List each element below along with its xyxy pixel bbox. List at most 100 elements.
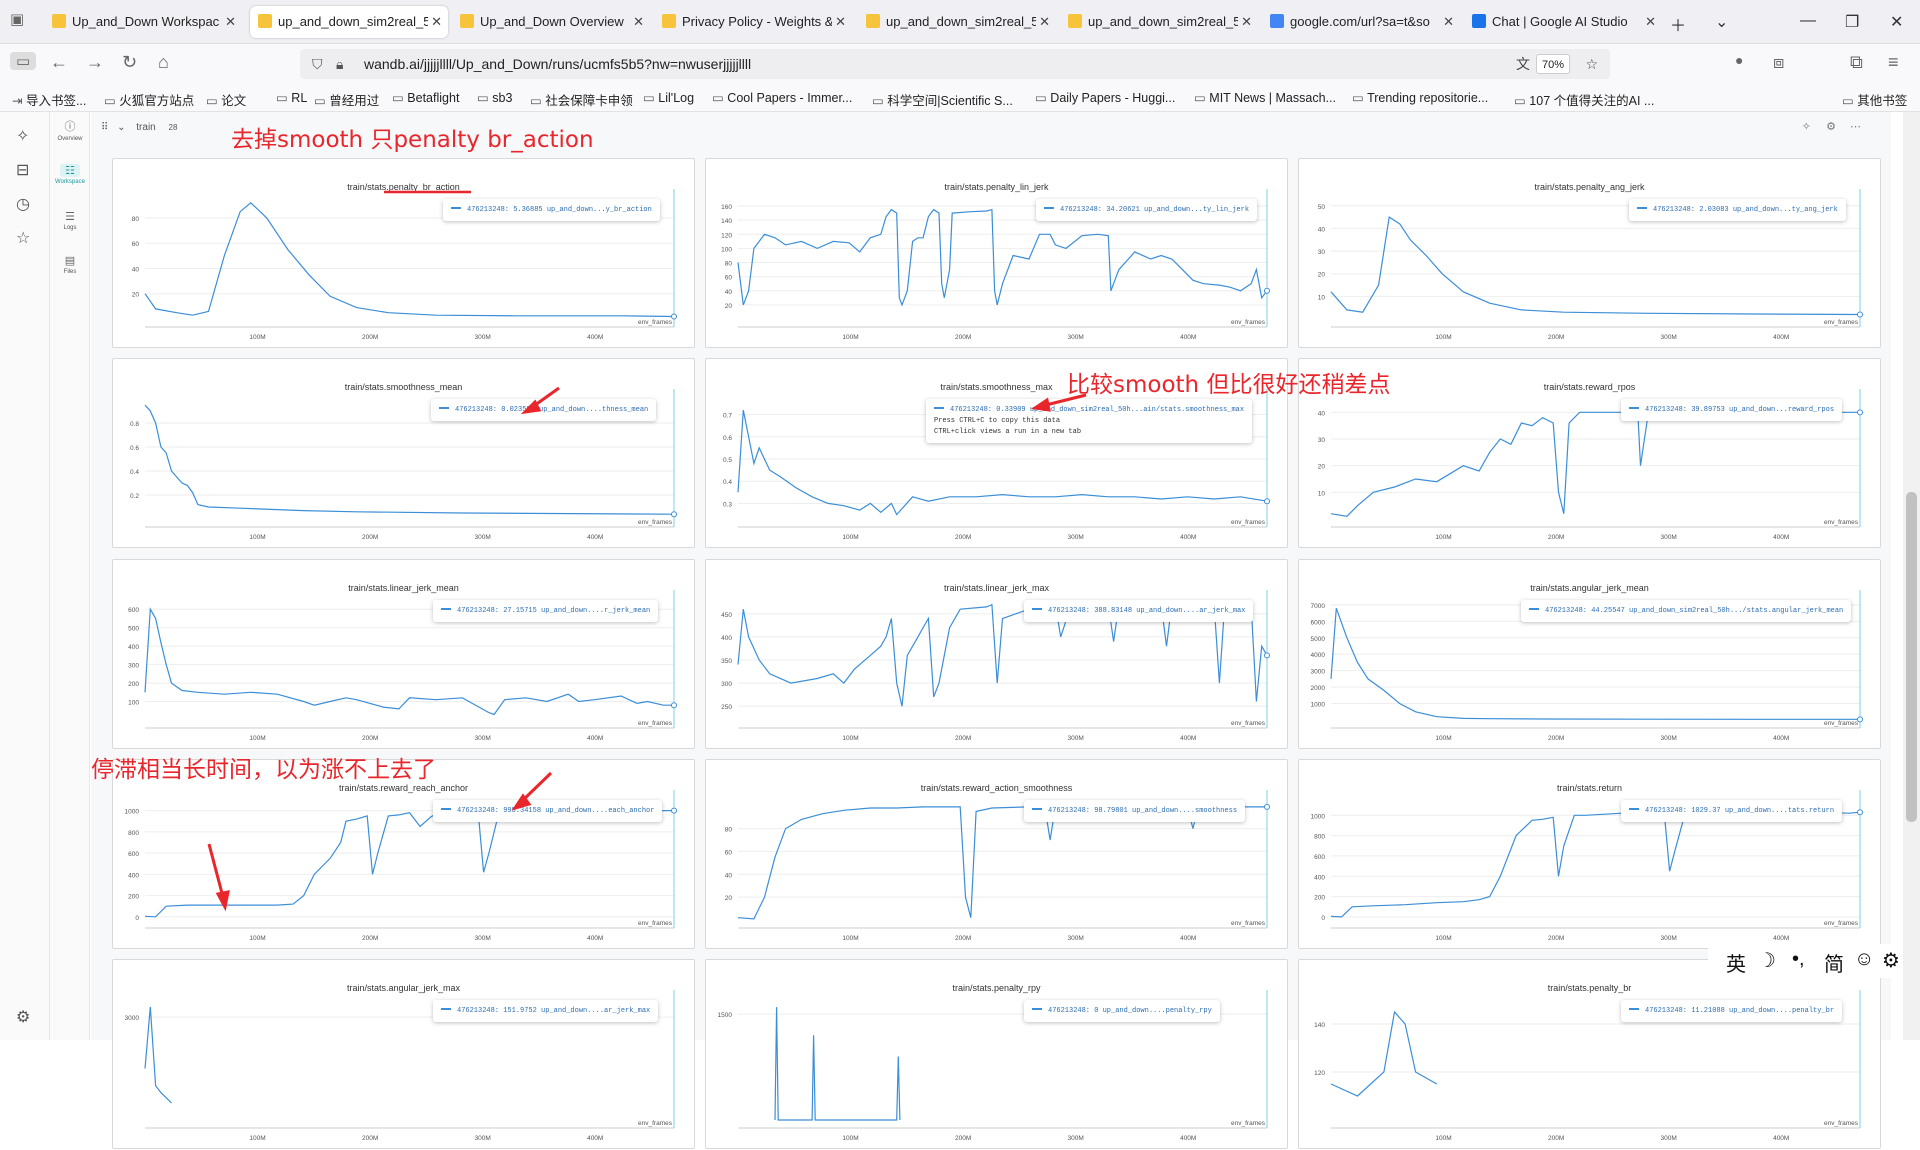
chart-panel[interactable]: train/stats.smoothness_mean 0.2 0.4 0.6 0.8 1… bbox=[112, 358, 695, 548]
bookmark-item[interactable]: ▭ sb3 bbox=[477, 90, 512, 105]
sidebar-settings-icon[interactable]: ⚙ bbox=[16, 1007, 30, 1027]
close-window-button[interactable]: ✕ bbox=[1890, 12, 1903, 32]
browser-tab[interactable]: up_and_down_sim2real_5 ✕ bbox=[1060, 6, 1258, 38]
bookmark-item[interactable]: ▭ 社会保障卡申领 bbox=[530, 90, 633, 109]
tab-list-chevron-icon[interactable]: ⌄ bbox=[1715, 12, 1728, 32]
moon-icon[interactable]: ☽ bbox=[1758, 948, 1776, 973]
shield-icon[interactable]: ⛉ bbox=[312, 49, 323, 79]
bookmark-item[interactable]: ▭ 曾经用过 bbox=[314, 90, 379, 109]
chart-panel[interactable]: train/stats.penalty_br 120 140 100M 200M 300M… bbox=[1298, 959, 1881, 1149]
series-line[interactable] bbox=[144, 607, 674, 716]
ime-simplified[interactable]: 简 bbox=[1824, 948, 1844, 977]
nav-files[interactable]: ▤ Files bbox=[50, 254, 90, 275]
browser-tab[interactable]: up_and_down_sim2real_5 ✕ bbox=[858, 6, 1056, 38]
browser-tab[interactable]: Up_and_Down Workspac ✕ bbox=[44, 6, 242, 38]
bookmark-item[interactable]: ▭ RL bbox=[276, 90, 307, 105]
series-line[interactable] bbox=[737, 806, 1267, 920]
chart-plot[interactable]: 0.2 0.4 0.6 0.8 100M 200M 300M 400M env_frames bbox=[113, 359, 696, 549]
chart-panel[interactable]: train/stats.angular_jerk_max 3000 100M 200M… bbox=[112, 959, 695, 1149]
section-header[interactable]: ⠿ ⌄ train 28 bbox=[101, 122, 177, 133]
chart-plot[interactable]: 10 20 30 40 50 100M 200M 300M 400M env_frames bbox=[1299, 159, 1882, 349]
chart-plot[interactable]: 120 140 100M 200M 300M 400M env_frames bbox=[1299, 960, 1882, 1150]
bookmark-item[interactable]: ⇥ 导入书签... bbox=[12, 90, 86, 109]
tab-overview-icon[interactable]: ▣ bbox=[10, 10, 24, 28]
chart-plot[interactable]: 0 200 400 600 800 1000 100M 200M 300M 400M env_fra… bbox=[1299, 760, 1882, 950]
sidebar-toggle-icon[interactable]: ▭ bbox=[10, 52, 37, 70]
ai-sparkle-icon[interactable]: ✧ bbox=[16, 126, 29, 146]
series-line[interactable] bbox=[144, 809, 674, 918]
collapse-chevron-icon[interactable]: ⌄ bbox=[117, 122, 125, 133]
chart-panel[interactable]: train/stats.reward_action_smoothness 20 40… bbox=[705, 759, 1288, 949]
series-line[interactable] bbox=[774, 1007, 901, 1121]
smiley-icon[interactable]: ☺ bbox=[1854, 948, 1874, 971]
new-tab-button[interactable]: ＋ bbox=[1670, 12, 1686, 36]
tab-close-icon[interactable]: ✕ bbox=[1241, 6, 1252, 38]
section-more-icon[interactable]: ⋯ bbox=[1850, 120, 1861, 133]
chart-plot[interactable]: 20 40 60 80 100M 200M 300M 400M env_frames bbox=[113, 159, 696, 349]
home-icon[interactable]: ⌂ bbox=[158, 52, 169, 73]
minimize-button[interactable]: — bbox=[1800, 12, 1816, 30]
series-line[interactable] bbox=[1330, 216, 1861, 316]
bookmark-item[interactable]: ▭ 科学空间|Scientific S... bbox=[872, 90, 1013, 109]
bookmark-item[interactable]: ▭ 论文 bbox=[206, 90, 246, 109]
chart-panel[interactable]: train/stats.angular_jerk_mean 1000 2000 300… bbox=[1298, 559, 1881, 749]
chart-panel[interactable]: train/stats.penalty_lin_jerk 20 40 60 80 100 1… bbox=[705, 158, 1288, 348]
browser-tab[interactable]: google.com/url?sa=t&so ✕ bbox=[1262, 6, 1460, 38]
screenshot-icon[interactable]: ⧈ bbox=[1773, 52, 1784, 73]
chart-plot[interactable]: 20 40 60 80 100M 200M 300M 400M env_frames bbox=[706, 760, 1289, 950]
bookmarks-icon[interactable]: ☆ bbox=[16, 228, 30, 248]
browser-tab[interactable]: up_and_down_sim2real_5 ✕ bbox=[250, 6, 448, 38]
zoom-level[interactable]: 70% bbox=[1535, 54, 1570, 74]
punctuation-icon[interactable]: •, bbox=[1792, 948, 1805, 971]
series-line[interactable] bbox=[1330, 607, 1860, 720]
bookmark-item[interactable]: ▭ Lil'Log bbox=[643, 90, 694, 105]
browser-tab[interactable]: Privacy Policy - Weights & ✕ bbox=[654, 6, 852, 38]
url-text[interactable]: wandb.ai/jjjjjllll/Up_and_Down/runs/ucmf… bbox=[364, 56, 751, 72]
bookmark-item[interactable]: ▭ Daily Papers - Huggi... bbox=[1035, 90, 1175, 105]
tab-close-icon[interactable]: ✕ bbox=[633, 6, 644, 38]
page-scrollbar[interactable] bbox=[1903, 112, 1920, 1040]
nav-logs[interactable]: ☰ Logs bbox=[50, 210, 90, 231]
forward-icon[interactable]: → bbox=[86, 52, 104, 73]
nav-overview[interactable]: ⓘ Overview bbox=[50, 118, 90, 142]
address-bar[interactable]: ⛉ 🔒︎ wandb.ai/jjjjjllll/Up_and_Down/runs… bbox=[300, 49, 1610, 79]
series-line[interactable] bbox=[144, 1006, 172, 1104]
bookmark-star-icon[interactable]: ☆ bbox=[1585, 49, 1598, 79]
add-panel-icon[interactable]: ✧ bbox=[1802, 120, 1811, 133]
scrollbar-thumb[interactable] bbox=[1906, 492, 1917, 822]
series-line[interactable] bbox=[144, 404, 675, 515]
bookmark-item[interactable]: ▭ 火狐官方站点 bbox=[104, 90, 194, 109]
tab-close-icon[interactable]: ✕ bbox=[1443, 6, 1454, 38]
reload-icon[interactable]: ↻ bbox=[122, 52, 137, 73]
chart-panel[interactable]: train/stats.return 0 200 400 600 800 1000 100M 2… bbox=[1298, 759, 1881, 949]
chart-panel[interactable]: train/stats.reward_reach_anchor 0 200 400 60… bbox=[112, 759, 695, 949]
tab-close-icon[interactable]: ✕ bbox=[835, 6, 846, 38]
bookmark-item[interactable]: ▭ 其他书签 bbox=[1842, 90, 1907, 109]
browser-tab[interactable]: Chat | Google AI Studio ✕ bbox=[1464, 6, 1662, 38]
synced-tabs-icon[interactable]: ⊟ bbox=[16, 160, 29, 180]
browser-tab[interactable]: Up_and_Down Overview ✕ bbox=[452, 6, 650, 38]
bookmark-item[interactable]: ▭ Cool Papers - Immer... bbox=[712, 90, 852, 105]
drag-handle-icon[interactable]: ⠿ bbox=[101, 122, 108, 133]
series-line[interactable] bbox=[1330, 1010, 1438, 1097]
history-icon[interactable]: ◷ bbox=[16, 194, 30, 214]
section-settings-icon[interactable]: ⚙ bbox=[1826, 120, 1836, 133]
chart-plot[interactable]: 0 200 400 600 800 1000 100M 200M 300M 400M env_fra… bbox=[113, 760, 696, 950]
tab-close-icon[interactable]: ✕ bbox=[431, 6, 442, 38]
series-line[interactable] bbox=[1330, 411, 1860, 517]
chart-plot[interactable]: 1500 100M 200M 300M 400M env_frames bbox=[706, 960, 1289, 1150]
menu-icon[interactable]: ≡ bbox=[1888, 52, 1899, 73]
tab-close-icon[interactable]: ✕ bbox=[1039, 6, 1050, 38]
chart-plot[interactable]: 1000 2000 3000 4000 5000 6000 7000 100M 200M 300M… bbox=[1299, 560, 1882, 750]
chart-plot[interactable]: 3000 100M 200M 300M 400M env_frames bbox=[113, 960, 696, 1150]
extensions-icon[interactable]: ⧉ bbox=[1850, 52, 1863, 73]
chart-panel[interactable]: train/stats.linear_jerk_max 250 300 350 400 4… bbox=[705, 559, 1288, 749]
bookmark-item[interactable]: ▭ Trending repositorie... bbox=[1352, 90, 1488, 105]
translate-icon[interactable]: 文 bbox=[1516, 49, 1530, 79]
bookmark-item[interactable]: ▭ Betaflight bbox=[392, 90, 459, 105]
ime-settings-icon[interactable]: ⚙ bbox=[1882, 948, 1900, 973]
bookmark-item[interactable]: ▭ MIT News | Massach... bbox=[1194, 90, 1336, 105]
chart-plot[interactable]: 20 40 60 80 100 120 140 160 100M 200M 300M 400M env_… bbox=[706, 159, 1289, 349]
back-icon[interactable]: ← bbox=[50, 52, 68, 73]
chart-panel[interactable]: train/stats.penalty_rpy 1500 100M 200M 300M 4… bbox=[705, 959, 1288, 1149]
